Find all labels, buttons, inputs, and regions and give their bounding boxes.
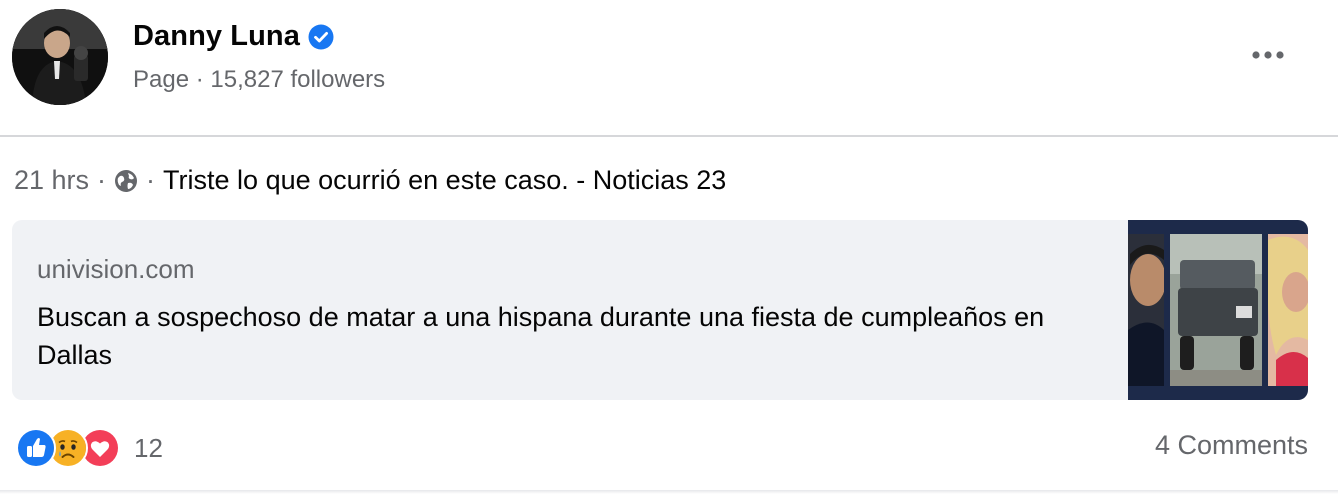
link-preview-card[interactable]: univision.com Buscan a sospechoso de mat… [12,220,1308,400]
link-thumbnail [1128,220,1308,400]
page-meta: Page · 15,827 followers [133,66,386,93]
header-divider [0,135,1338,137]
link-domain: univision.com [37,254,195,284]
post-line: 21 hrs · · Triste lo que ocurrió en este… [14,165,726,196]
like-reaction-icon [16,428,56,468]
separator-dot: · [97,165,107,195]
globe-icon [114,169,138,193]
comments-count-link[interactable]: 4 Comments [1155,430,1308,461]
avatar[interactable] [12,9,108,105]
post-bottom-edge [0,490,1338,494]
page-name[interactable]: Danny Luna [133,20,300,53]
link-headline: Buscan a sospechoso de matar a una hispa… [37,302,1045,370]
post-timestamp[interactable]: 21 hrs [14,165,89,196]
separator-dot: · [146,165,156,195]
reactions-summary[interactable]: 12 [16,428,163,468]
post-header: Danny Luna Page · 15,827 followers [0,0,1338,136]
more-options-icon[interactable] [1248,40,1288,70]
post-text: Triste lo que ocurrió en este caso. - No… [163,165,727,195]
verified-badge-icon [308,24,334,50]
reaction-count: 12 [134,432,163,463]
